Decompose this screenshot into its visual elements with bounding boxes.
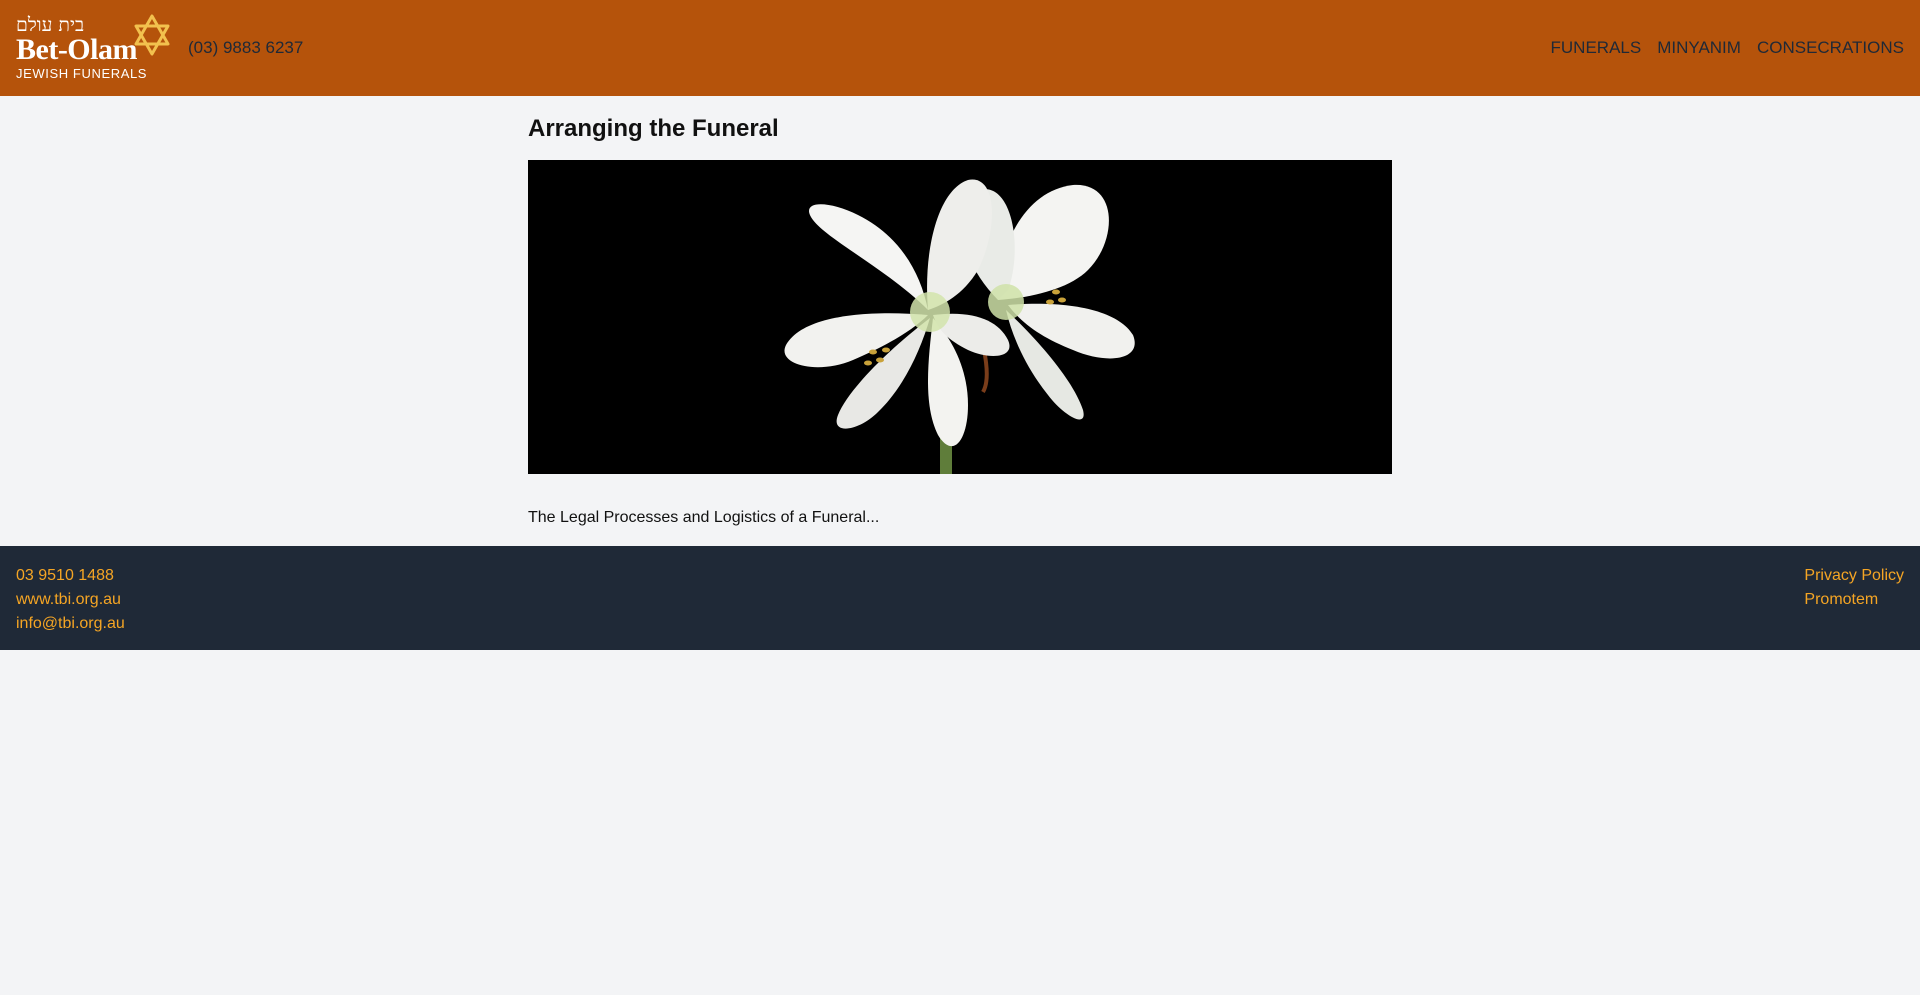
page-title: Arranging the Funeral: [528, 115, 779, 142]
star-of-david-icon: [134, 14, 170, 56]
footer-contact: 03 9510 1488 www.tbi.org.au info@tbi.org…: [16, 564, 125, 636]
hero-image: [528, 160, 1392, 474]
site-logo[interactable]: בית עולם Bet-Olam JEWISH FUNERALS: [16, 14, 172, 82]
main-nav: FUNERALS MINYANIM CONSECRATIONS: [1551, 38, 1904, 58]
nav-consecrations[interactable]: CONSECRATIONS: [1757, 38, 1904, 58]
privacy-policy-link[interactable]: Privacy Policy: [1804, 564, 1904, 588]
promotem-link[interactable]: Promotem: [1804, 588, 1904, 612]
intro-text: The Legal Processes and Logistics of a F…: [528, 509, 880, 526]
site-header: בית עולם Bet-Olam JEWISH FUNERALS (03) 9…: [0, 0, 1920, 96]
site-footer: 03 9510 1488 www.tbi.org.au info@tbi.org…: [0, 546, 1920, 650]
logo-brand-text: Bet-Olam: [16, 33, 137, 66]
lily-illustration: [528, 160, 1392, 474]
footer-links: Privacy Policy Promotem: [1804, 564, 1904, 612]
nav-funerals[interactable]: FUNERALS: [1551, 38, 1642, 58]
header-phone-link[interactable]: (03) 9883 6237: [188, 38, 303, 58]
footer-email-link[interactable]: info@tbi.org.au: [16, 612, 125, 636]
footer-phone-link[interactable]: 03 9510 1488: [16, 564, 125, 588]
nav-minyanim[interactable]: MINYANIM: [1657, 38, 1741, 58]
logo-tagline: JEWISH FUNERALS: [16, 66, 148, 81]
footer-website-link[interactable]: www.tbi.org.au: [16, 588, 125, 612]
